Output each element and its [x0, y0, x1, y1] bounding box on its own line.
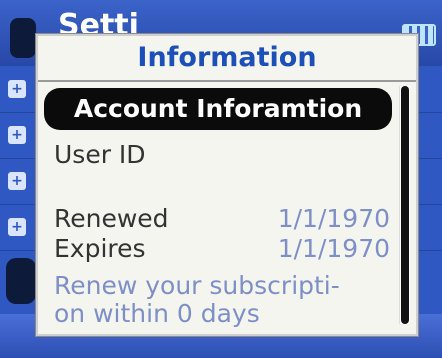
user-id-label: User ID [54, 140, 146, 169]
expires-value: 1/1/1970 [277, 234, 390, 263]
plus-icon: + [8, 172, 26, 190]
plus-icon: + [8, 80, 26, 98]
scrollbar-thumb[interactable] [401, 86, 409, 324]
expires-label: Expires [54, 234, 146, 263]
divider [38, 80, 416, 82]
app-icon [10, 18, 36, 58]
plus-icon: + [8, 126, 26, 144]
screen: Setti + + + + Information Account Infora… [0, 0, 442, 358]
plus-icon: + [8, 218, 26, 236]
dialog-title: Information [137, 42, 317, 73]
information-dialog: Information Account Inforamtion User ID … [36, 34, 418, 336]
renewed-value: 1/1/1970 [277, 204, 390, 233]
renewal-notice: Renew your subscripti- on within 0 days [54, 271, 340, 328]
renewed-label: Renewed [54, 204, 169, 233]
scrollbar[interactable] [399, 86, 410, 324]
app-icon-secondary [6, 258, 36, 304]
account-information-header: Account Inforamtion [44, 88, 392, 130]
